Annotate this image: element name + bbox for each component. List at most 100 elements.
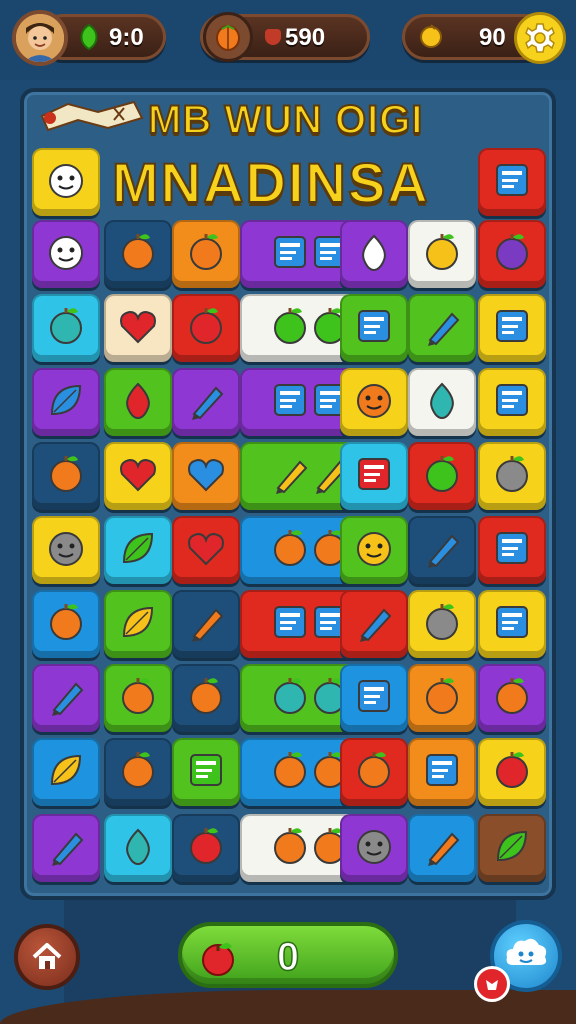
lives-value: 9:0	[109, 24, 144, 51]
red-kite-icon	[182, 822, 230, 874]
game-tile[interactable]	[340, 516, 408, 584]
smiley-face-icon	[42, 228, 90, 280]
blue-drop-icon	[418, 376, 466, 428]
green-leaf-icon	[67, 15, 111, 59]
game-tile[interactable]	[104, 664, 172, 732]
paint-bucket-icon	[182, 228, 230, 280]
game-tile[interactable]	[408, 368, 476, 436]
blue-popsicle-icon	[350, 598, 398, 650]
game-tile[interactable]	[104, 442, 172, 510]
game-tile[interactable]	[408, 442, 476, 510]
game-tile[interactable]	[172, 590, 240, 658]
green-leaf-icon	[114, 524, 162, 576]
title-decoration	[40, 100, 144, 132]
game-tile[interactable]	[478, 368, 546, 436]
game-tile[interactable]	[104, 368, 172, 436]
top-hud: 9:0 590 90	[0, 0, 576, 80]
coins-value: 590	[285, 24, 326, 51]
game-tile[interactable]	[340, 294, 408, 362]
coins-counter[interactable]: 590	[200, 12, 370, 62]
game-tile[interactable]	[408, 220, 476, 288]
game-tile[interactable]	[408, 814, 476, 882]
game-tile[interactable]	[172, 516, 240, 584]
game-tile[interactable]	[172, 664, 240, 732]
game-tile[interactable]	[408, 294, 476, 362]
cat-face-icon	[42, 156, 90, 208]
game-tile[interactable]	[172, 368, 240, 436]
game-tile[interactable]	[32, 442, 100, 510]
alert-badge[interactable]	[474, 966, 510, 1002]
game-tile[interactable]	[340, 442, 408, 510]
game-tile[interactable]	[172, 294, 240, 362]
game-tile[interactable]	[32, 590, 100, 658]
yellow-shell-icon	[42, 746, 90, 798]
game-tile[interactable]	[340, 220, 408, 288]
cloud-face-icon	[506, 938, 547, 965]
brush-frame-icon	[418, 672, 466, 724]
game-tile[interactable]	[340, 738, 408, 806]
game-tile[interactable]	[104, 814, 172, 882]
red-balloon-icon	[114, 376, 162, 428]
game-tile[interactable]	[340, 664, 408, 732]
game-tile[interactable]	[32, 814, 100, 882]
crayon-icon	[42, 822, 90, 874]
orange-pen-icon	[182, 598, 230, 650]
game-tile[interactable]	[172, 738, 240, 806]
game-tile[interactable]	[478, 220, 546, 288]
gems-value: 90	[479, 24, 506, 51]
orange-pencil-icon	[418, 822, 466, 874]
purple-grapes-icon	[488, 228, 536, 280]
soup-bowl-icon	[114, 746, 162, 798]
game-tile[interactable]	[32, 220, 100, 288]
green-plant-icon	[488, 822, 536, 874]
game-tile[interactable]	[478, 294, 546, 362]
game-tile[interactable]	[340, 814, 408, 882]
game-tile[interactable]	[408, 590, 476, 658]
orange-fruit-icon	[42, 450, 90, 502]
game-tile[interactable]	[408, 738, 476, 806]
game-tile[interactable]	[104, 590, 172, 658]
game-tile[interactable]	[104, 738, 172, 806]
red-apple-icon	[182, 302, 230, 354]
blue-pen-icon	[182, 376, 230, 428]
game-tile[interactable]	[32, 738, 100, 806]
game-tile[interactable]	[478, 590, 546, 658]
game-tile[interactable]	[172, 220, 240, 288]
title-line-1: MB WUN OIGI	[147, 97, 424, 143]
home-icon	[32, 943, 62, 969]
green-gift-icon	[418, 450, 466, 502]
player-avatar[interactable]	[12, 10, 68, 66]
pin-icon	[418, 524, 466, 576]
game-tile[interactable]	[478, 442, 546, 510]
game-tile[interactable]	[340, 368, 408, 436]
game-tile[interactable]	[104, 294, 172, 362]
settings-button[interactable]	[514, 12, 566, 64]
game-tile[interactable]	[340, 590, 408, 658]
red-heart-apple-icon	[114, 302, 162, 354]
home-button[interactable]	[14, 924, 80, 990]
game-tile[interactable]	[32, 516, 100, 584]
game-tile[interactable]	[172, 442, 240, 510]
game-tile[interactable]	[104, 516, 172, 584]
game-tile[interactable]	[32, 148, 100, 216]
books-cheese-icon	[488, 156, 536, 208]
orange-pumpkin-icon	[114, 228, 162, 280]
game-tile[interactable]	[478, 148, 546, 216]
game-tile[interactable]	[32, 664, 100, 732]
game-tile[interactable]	[32, 294, 100, 362]
game-tile[interactable]	[172, 814, 240, 882]
game-tile[interactable]	[478, 664, 546, 732]
checklist-icon	[350, 672, 398, 724]
notepad-icon	[350, 302, 398, 354]
game-tile[interactable]	[478, 814, 546, 882]
game-tile[interactable]	[478, 516, 546, 584]
game-tile[interactable]	[104, 220, 172, 288]
score-value: 0	[276, 934, 300, 980]
game-tile[interactable]	[408, 664, 476, 732]
red-note-icon	[350, 450, 398, 502]
red-heart-icon	[182, 524, 230, 576]
pot-icon	[488, 450, 536, 502]
game-tile[interactable]	[478, 738, 546, 806]
game-tile[interactable]	[32, 368, 100, 436]
game-tile[interactable]	[408, 516, 476, 584]
